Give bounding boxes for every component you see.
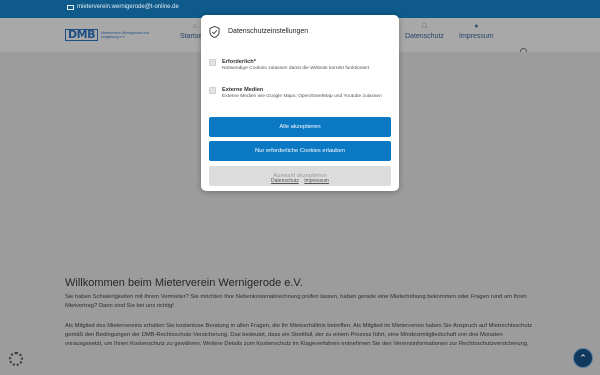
required-checkbox[interactable] (209, 59, 216, 66)
contact-email-text[interactable]: mieterverein.wernigerode@t-online.de (77, 4, 179, 10)
scroll-to-top-button[interactable]: ⌃ (573, 348, 593, 368)
accept-required-button[interactable]: Nur erforderliche Cookies erlauben (209, 141, 391, 161)
dialog-footer-links: Datenschutz Impressum (201, 178, 399, 184)
nav-item-datenschutz[interactable]: □ Datenschutz (405, 23, 444, 51)
document-icon: □ (422, 23, 427, 30)
page-title: Willkommen beim Mieterverein Wernigerode… (65, 277, 303, 289)
dialog-title: Datenschutzeinstellungen (228, 28, 309, 35)
logo-mark: DMB (65, 29, 98, 41)
required-description: Notwendige Cookies zulassen damit die We… (222, 66, 370, 71)
required-label: Erforderlich* (222, 59, 256, 65)
site-logo[interactable]: DMB Mieterverein Wernigerode und Umgebun… (65, 29, 156, 41)
external-media-checkbox[interactable] (209, 87, 216, 94)
intro-paragraph: Sie haben Schwierigkeiten mit Ihrem Verm… (65, 294, 527, 309)
privacy-link[interactable]: Datenschutz (271, 178, 299, 184)
shield-check-icon (209, 26, 220, 38)
nav-item-impressum[interactable]: ● Impressum (459, 23, 494, 51)
external-media-label: Externe Medien (222, 87, 264, 93)
fingerprint-icon[interactable] (9, 352, 23, 366)
envelope-icon (67, 4, 74, 10)
nav-label-impressum: Impressum (459, 33, 494, 40)
contact-email[interactable]: mieterverein.wernigerode@t-online.de (67, 4, 179, 10)
nav-label-datenschutz: Datenschutz (405, 33, 444, 40)
membership-paragraph: Als Mitglied des Mietervereins erhalten … (65, 323, 533, 347)
external-media-description: Externe Medien wie Google Maps, OpenStre… (222, 94, 382, 99)
accept-all-button[interactable]: Alle akzeptieren (209, 117, 391, 137)
chevron-up-icon: ⌃ (579, 353, 587, 363)
imprint-link[interactable]: Impressum (304, 178, 329, 184)
logo-text: Mieterverein Wernigerode und Umgebung e.… (100, 31, 150, 39)
info-icon: ● (474, 23, 479, 30)
cookie-consent-dialog: Datenschutzeinstellungen Erforderlich* N… (201, 15, 399, 191)
